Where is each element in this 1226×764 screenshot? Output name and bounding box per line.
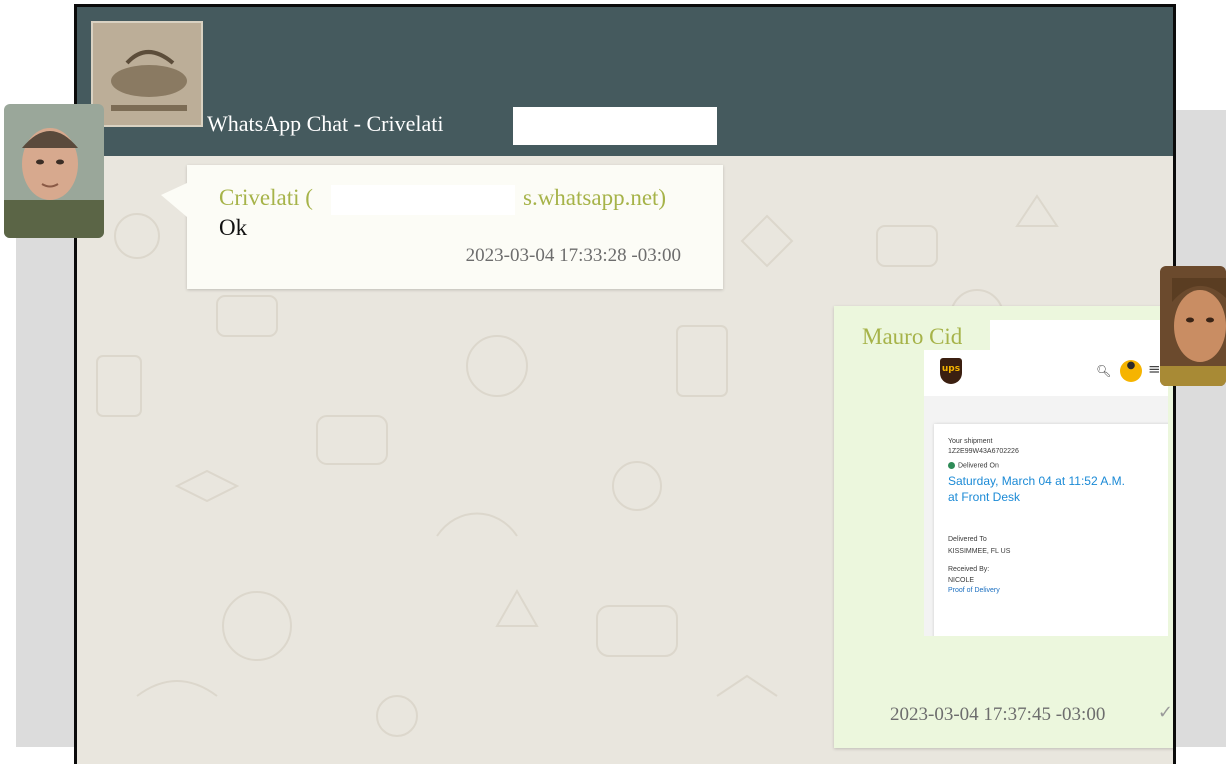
delivery-location: at Front Desk: [948, 490, 1021, 504]
message-sender-suffix: s.whatsapp.net): [523, 185, 667, 210]
avatar-mauro-cid: [1160, 266, 1226, 386]
message-text: Ok: [219, 215, 248, 240]
message-bubble-incoming: Crivelati ( s.whatsapp.net) Ok 2023-03-0…: [161, 165, 723, 289]
menu-icon: ≡: [1148, 360, 1161, 378]
avatar-crivelati: [4, 104, 104, 238]
shipment-card: Your shipment 1Z2E99W43A6702226 Delivere…: [934, 424, 1168, 636]
ups-logo-icon: ups: [940, 358, 962, 384]
message-bubble-outgoing: Mauro Cid ) ups 🔍︎ ● ≡ Your shipment 1Z2…: [834, 306, 1173, 748]
delivery-status: Delivered On: [948, 462, 999, 469]
delivery-date: Saturday, March 04 at 11:52 A.M.: [948, 474, 1125, 488]
chat-title: WhatsApp Chat - Crivelati: [207, 111, 444, 136]
message-timestamp: 2023-03-04 17:37:45 -03:00: [890, 704, 1106, 725]
proof-of-delivery-link[interactable]: Proof of Delivery: [948, 587, 1000, 594]
chat-header: WhatsApp Chat - Crivelati: [77, 7, 1173, 156]
ups-app-bar: ups 🔍︎ ● ≡: [924, 350, 1168, 396]
search-icon: 🔍︎: [1096, 364, 1112, 378]
redaction-box: [990, 320, 1173, 352]
received-by-label: Received By:: [948, 566, 990, 573]
redaction-box: [331, 185, 515, 215]
chat-window: WhatsApp Chat - Crivelati Crivelati ( s.…: [74, 4, 1176, 764]
message-timestamp: 2023-03-04 17:33:28 -03:00: [465, 245, 681, 266]
shipment-screenshot[interactable]: ups 🔍︎ ● ≡ Your shipment 1Z2E99W43A67022…: [924, 350, 1168, 636]
tracking-number: 1Z2E99W43A6702226: [948, 448, 1019, 455]
message-sender: Crivelati (: [219, 185, 313, 210]
delivered-to-label: Delivered To: [948, 536, 987, 543]
read-receipt-icon: ✓✓: [1157, 702, 1173, 723]
shipment-label: Your shipment: [948, 438, 993, 445]
received-by-value: NICOLE: [948, 577, 975, 584]
profile-icon: ●: [1120, 360, 1142, 382]
delivery-status-label: Delivered On: [958, 462, 999, 470]
redaction-box: [513, 107, 717, 145]
delivered-to-value: KISSIMMEE, FL US: [948, 548, 1011, 555]
message-sender: Mauro Cid: [862, 324, 963, 349]
bubble-tail: [161, 183, 187, 217]
chat-group-image: [91, 21, 203, 127]
check-icon: [948, 462, 955, 469]
